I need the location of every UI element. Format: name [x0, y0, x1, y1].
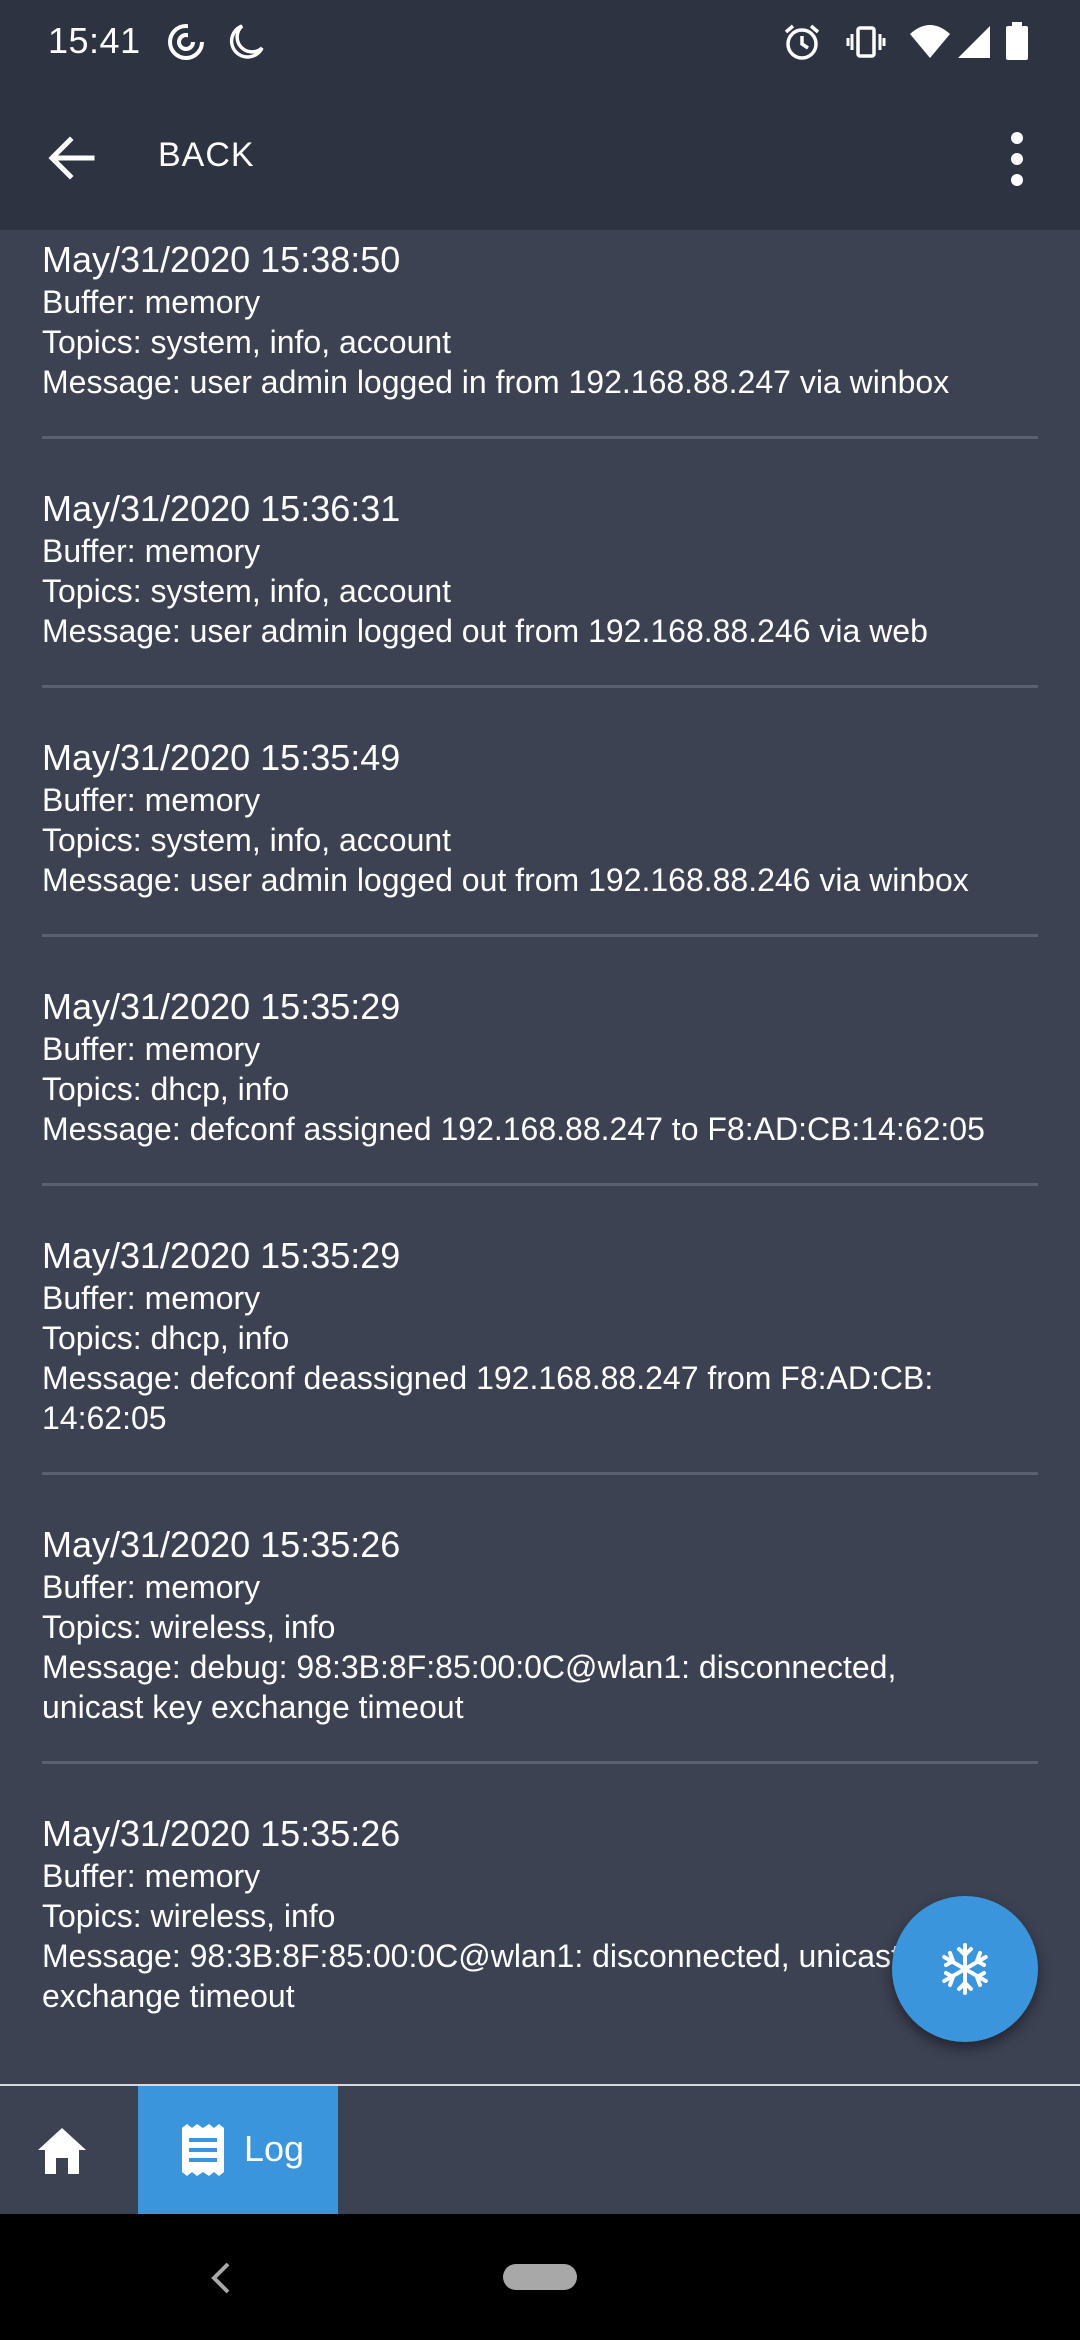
log-entry-time: May/31/2020 15:38:50 [42, 239, 401, 280]
log-entry-buffer: Buffer: memory [42, 533, 261, 569]
log-entry-message: Message: defconf assigned 192.168.88.247… [42, 1111, 985, 1147]
log-entry-message: Message: user admin logged in from 192.1… [42, 364, 950, 400]
log-entry[interactable]: May/31/2020 15:35:29 Buffer: memory Topi… [42, 1186, 1038, 1475]
system-nav-bar [0, 2214, 1080, 2340]
overflow-menu-icon[interactable] [996, 124, 1038, 194]
home-icon[interactable] [34, 2124, 90, 2178]
log-entry-topics: Topics: wireless, info [42, 1609, 336, 1645]
nav-tab-log-label: Log [244, 2128, 305, 2169]
log-entry[interactable]: May/31/2020 15:36:31 Buffer: memory Topi… [42, 439, 1038, 688]
wifi-icon [908, 22, 952, 67]
system-home-pill[interactable] [503, 2264, 577, 2290]
log-entry-buffer: Buffer: memory [42, 1280, 261, 1316]
log-entry-message: Message: debug: 98:3B:8F:85:00:0C@wlan1:… [42, 1649, 897, 1725]
app-root: 15:41 BACK May/31/2020 15:38:50 Buffer: … [0, 0, 1080, 2340]
log-entry-time: May/31/2020 15:35:26 [42, 1524, 401, 1565]
log-entry-topics: Topics: system, info, account [42, 822, 452, 858]
log-entry-buffer: Buffer: memory [42, 1569, 261, 1605]
snowflake-icon [942, 1943, 988, 1995]
log-entry-time: May/31/2020 15:35:26 [42, 1813, 401, 1854]
system-back-icon[interactable] [208, 2260, 232, 2296]
bottom-nav: Log [0, 2084, 1080, 2216]
app-bar: BACK [0, 84, 1080, 230]
log-list[interactable]: May/31/2020 15:38:50 Buffer: memory Topi… [0, 230, 1080, 2084]
log-entry-message: Message: 98:3B:8F:85:00:0C@wlan1: discon… [42, 1938, 959, 2014]
log-entry-time: May/31/2020 15:36:31 [42, 488, 401, 529]
do-not-disturb-icon [226, 22, 266, 67]
log-entry[interactable]: May/31/2020 15:38:50 Buffer: memory Topi… [42, 230, 1038, 439]
log-entry-topics: Topics: system, info, account [42, 324, 452, 360]
alarm-icon [782, 22, 822, 67]
log-entry-time: May/31/2020 15:35:49 [42, 737, 401, 778]
log-document-icon [178, 2124, 228, 2181]
log-entry-buffer: Buffer: memory [42, 284, 261, 320]
log-entry[interactable]: May/31/2020 15:35:29 Buffer: memory Topi… [42, 937, 1038, 1186]
vibrate-icon [846, 22, 886, 67]
battery-icon [1004, 22, 1030, 67]
status-time: 15:41 [48, 20, 141, 61]
log-entry-topics: Topics: wireless, info [42, 1898, 336, 1934]
signal-icon [954, 22, 994, 67]
freeze-log-button[interactable] [892, 1896, 1038, 2042]
log-entry-topics: Topics: dhcp, info [42, 1320, 290, 1356]
status-bar: 15:41 [0, 0, 1080, 84]
log-entry-topics: Topics: system, info, account [42, 573, 452, 609]
log-entry-message: Message: defconf deassigned 192.168.88.2… [42, 1360, 934, 1436]
log-entry-buffer: Buffer: memory [42, 1858, 261, 1894]
log-entry-buffer: Buffer: memory [42, 782, 261, 818]
log-entry-message: Message: user admin logged out from 192.… [42, 862, 969, 898]
log-entry[interactable]: May/31/2020 15:35:49 Buffer: memory Topi… [42, 688, 1038, 937]
log-entry-time: May/31/2020 15:35:29 [42, 986, 401, 1027]
nav-tab-log[interactable]: Log [138, 2086, 338, 2214]
log-entry-buffer: Buffer: memory [42, 1031, 261, 1067]
hotspot-icon [166, 22, 206, 67]
log-entry-topics: Topics: dhcp, info [42, 1071, 290, 1107]
log-entry-message: Message: user admin logged out from 192.… [42, 613, 928, 649]
log-entry[interactable]: May/31/2020 15:35:26 Buffer: memory Topi… [42, 1475, 1038, 1764]
log-entry-time: May/31/2020 15:35:29 [42, 1235, 401, 1276]
back-arrow-icon[interactable] [44, 130, 100, 186]
log-entry[interactable]: May/31/2020 15:35:26 Buffer: memory Topi… [42, 1764, 1038, 2050]
back-button-label[interactable]: BACK [158, 136, 255, 175]
